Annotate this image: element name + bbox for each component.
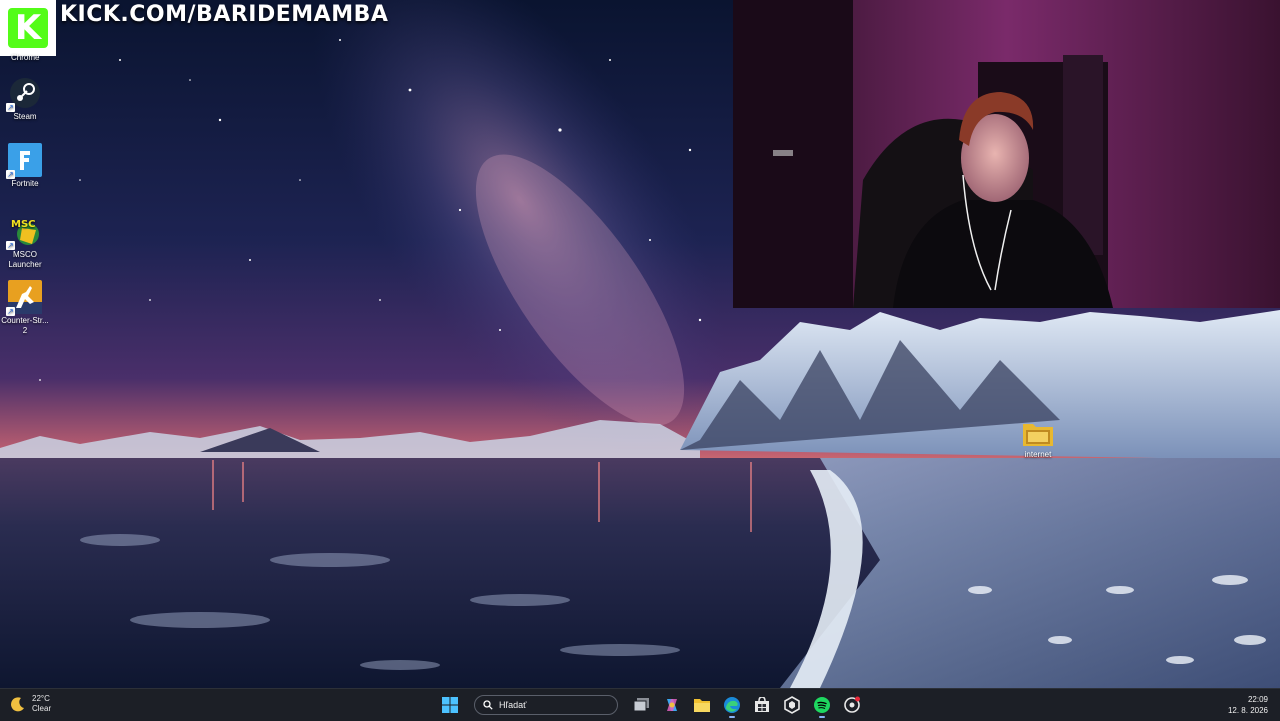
system-clock[interactable]: 22:09 12. 8. 2026	[1228, 694, 1268, 716]
store-icon	[755, 697, 769, 712]
copilot-icon	[667, 699, 677, 711]
shortcut-arrow-icon: ↗	[6, 103, 15, 112]
weather-temperature: 22°C	[32, 694, 50, 703]
desktop-icon-counter-strike[interactable]: ↗ Counter-Str... 2	[0, 280, 50, 336]
desktop-icon-label: Steam	[13, 112, 37, 121]
clock-time: 22:09	[1247, 695, 1268, 704]
task-view-button[interactable]	[630, 693, 654, 717]
shortcut-arrow-icon: ↗	[6, 170, 15, 179]
weather-condition: Clear	[32, 704, 52, 713]
spotify-icon	[814, 697, 830, 713]
webcam-overlay	[733, 0, 1280, 308]
desktop-icon-label: internet	[1024, 450, 1052, 459]
desktop-icon-steam[interactable]: ↗ Steam	[0, 76, 50, 122]
desktop-icon-chrome[interactable]: Chrome	[11, 53, 39, 62]
active-indicator	[819, 716, 825, 718]
start-button[interactable]	[438, 693, 462, 717]
desktop-icon-label: Fortnite	[11, 179, 39, 188]
msco-launcher-icon: MSC ↗	[6, 214, 42, 250]
shortcut-arrow-icon: ↗	[6, 241, 15, 250]
desktop-icon-internet-folder[interactable]: internet	[1013, 420, 1063, 460]
store-button[interactable]	[750, 693, 774, 717]
moon-icon	[11, 697, 24, 712]
shortcut-arrow-icon: ↗	[6, 307, 15, 316]
weather-widget[interactable]: 22°C Clear	[10, 694, 51, 714]
office-icon	[784, 696, 800, 714]
edge-button[interactable]	[720, 693, 744, 718]
kick-logo-letter: K	[8, 8, 48, 48]
steam-icon: ↗	[6, 76, 42, 112]
desktop-icon-fortnite[interactable]: ↗ Fortnite	[0, 143, 50, 189]
desktop-icon-label: Counter-Str... 2	[1, 316, 49, 335]
search-icon	[483, 700, 493, 710]
edge-icon	[724, 697, 740, 713]
desktop-icon-msco-launcher[interactable]: MSC ↗ MSCO Launcher	[0, 214, 50, 270]
channel-url: KICK.COM/BARIDEMAMBA	[60, 2, 389, 27]
file-explorer-icon	[694, 699, 710, 712]
folder-icon	[1021, 420, 1055, 448]
counter-strike-icon: ↗	[6, 280, 42, 316]
active-indicator	[729, 716, 735, 718]
clock-date: 12. 8. 2026	[1227, 706, 1268, 715]
fortnite-icon: ↗	[6, 143, 42, 179]
game-launcher-icon	[844, 696, 860, 713]
windows-start-icon	[442, 697, 458, 713]
office-button[interactable]	[780, 693, 804, 717]
taskbar: 22°C Clear Hľadať 22:09 12. 8. 2026	[0, 688, 1280, 721]
kick-logo: K	[0, 0, 56, 56]
desktop-icon-label: MSCO Launcher	[8, 250, 42, 269]
task-view-icon	[634, 698, 649, 712]
game-launcher-button[interactable]	[840, 693, 864, 717]
taskbar-apps: Hľadať	[438, 693, 864, 718]
desktop-icon-label: Chrome	[11, 53, 40, 62]
copilot-button[interactable]	[660, 693, 684, 717]
svg-text:MSC: MSC	[11, 219, 36, 230]
taskbar-search[interactable]: Hľadať	[474, 695, 618, 715]
search-placeholder: Hľadať	[499, 700, 527, 710]
file-explorer-button[interactable]	[690, 693, 714, 717]
spotify-button[interactable]	[810, 693, 834, 718]
